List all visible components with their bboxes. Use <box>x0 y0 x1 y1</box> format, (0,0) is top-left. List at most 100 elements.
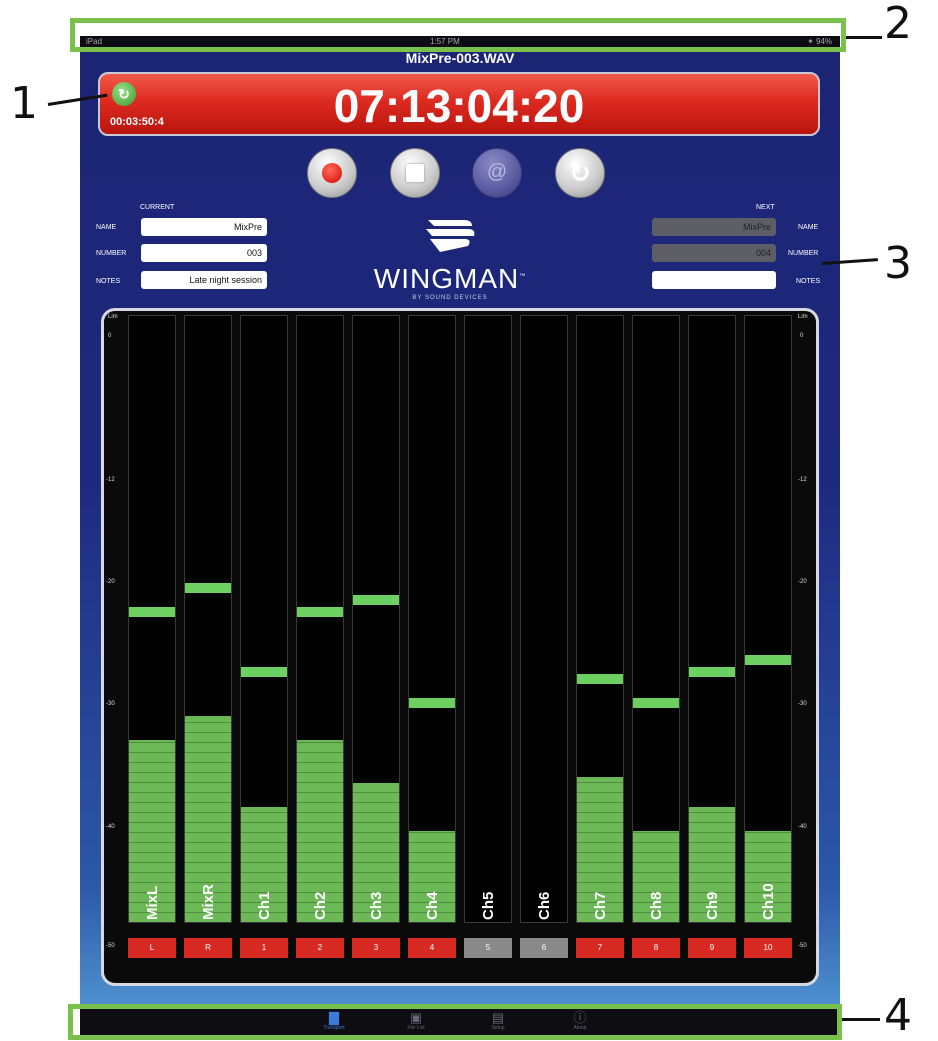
meter-bar: Ch5 <box>464 315 512 923</box>
next-heading: NEXT <box>756 204 775 211</box>
meter-bar: Ch6 <box>520 315 568 923</box>
callout-1: 1 <box>10 78 38 129</box>
meter-channel-name: MixL <box>144 885 161 920</box>
scale-label: -12 <box>106 477 115 483</box>
meter-channel-tag[interactable]: 5 <box>464 938 512 958</box>
reset-button[interactable]: ↻ <box>555 148 605 198</box>
meter-peak-hold <box>745 655 791 665</box>
meter-channel-tag[interactable]: 2 <box>296 938 344 958</box>
meter-channel-name: MixR <box>200 884 217 920</box>
scale-label: -20 <box>798 579 807 585</box>
scale-label: -30 <box>106 701 115 707</box>
callout-4: 4 <box>884 990 912 1041</box>
at-button[interactable]: @ <box>472 148 522 198</box>
meter-channel-tag[interactable]: R <box>184 938 232 958</box>
callout-box-2 <box>70 18 846 52</box>
stop-icon <box>406 164 424 182</box>
timecode-display: ↻ 00:03:50:4 07:13:04:20 <box>98 72 820 136</box>
record-icon <box>322 163 342 183</box>
meter-bar: MixR <box>184 315 232 923</box>
meter-channel-name: Ch7 <box>592 891 609 920</box>
at-icon: @ <box>486 161 508 183</box>
meter-channel: Ch10 10 <box>742 315 794 958</box>
meter-channel: MixR R <box>182 315 234 958</box>
meter-channel: Ch9 9 <box>686 315 738 958</box>
next-number-label: NUMBER <box>788 250 819 257</box>
meter-channel-name: Ch4 <box>424 891 441 920</box>
current-number-label: NUMBER <box>96 250 127 257</box>
scale-label: -30 <box>798 701 807 707</box>
scale-label: -50 <box>798 943 807 949</box>
scale-label: -50 <box>106 943 115 949</box>
current-name-field[interactable]: MixPre <box>141 218 267 236</box>
stop-button[interactable] <box>390 148 440 198</box>
meter-channel-tag[interactable]: 4 <box>408 938 456 958</box>
meter-channel-name: Ch10 <box>760 883 777 920</box>
meter-peak-hold <box>353 595 399 605</box>
meter-peak-hold <box>297 607 343 617</box>
scale-label: -20 <box>106 579 115 585</box>
meter-channel: Ch6 6 <box>518 315 570 958</box>
scale-label: 0 <box>800 333 804 339</box>
meter-channel: Ch1 1 <box>238 315 290 958</box>
scale-label: -40 <box>798 824 807 830</box>
meter-bar: Ch7 <box>576 315 624 923</box>
meter-channel-tag[interactable]: 1 <box>240 938 288 958</box>
meter-peak-hold <box>185 583 231 593</box>
callout-2: 2 <box>884 0 912 49</box>
meter-peak-hold <box>633 698 679 708</box>
current-number-field[interactable]: 003 <box>141 244 267 262</box>
callout-2-leader <box>846 36 882 39</box>
callout-3: 3 <box>884 238 912 289</box>
meter-peak-hold <box>129 607 175 617</box>
meter-bar: Ch3 <box>352 315 400 923</box>
meter-channel-name: Ch3 <box>368 891 385 920</box>
meter-channel: Ch7 7 <box>574 315 626 958</box>
timecode-value: 07:13:04:20 <box>333 80 585 132</box>
wingman-logo: WINGMAN™ BY SOUND DEVICES <box>370 216 530 301</box>
next-name-field[interactable]: MixPre <box>652 218 776 236</box>
record-button[interactable] <box>307 148 357 198</box>
meter-channel-tag[interactable]: 10 <box>744 938 792 958</box>
level-meters: Lim 0 -12 -20 -30 -40 -50 Lim 0 -12 -20 … <box>101 308 819 986</box>
meter-channel-tag[interactable]: L <box>128 938 176 958</box>
meter-channel-name: Ch2 <box>312 891 329 920</box>
meter-channel-tag[interactable]: 6 <box>520 938 568 958</box>
current-notes-label: NOTES <box>96 278 121 285</box>
left-scale: Lim 0 -12 -20 -30 -40 -50 <box>104 311 126 983</box>
current-name-label: NAME <box>96 224 117 231</box>
logo-word: WINGMAN <box>373 263 520 294</box>
next-notes-field[interactable] <box>652 271 776 289</box>
callout-box-4 <box>68 1004 842 1040</box>
current-notes-field[interactable]: Late night session <box>141 271 267 289</box>
meter-peak-hold <box>577 674 623 684</box>
meter-bar: Ch2 <box>296 315 344 923</box>
scale-label: Lim <box>798 314 808 320</box>
logo-sub: BY SOUND DEVICES <box>412 295 488 301</box>
meter-channel: Ch4 4 <box>406 315 458 958</box>
meter-channel-name: Ch8 <box>648 891 665 920</box>
next-number-field[interactable]: 004 <box>652 244 776 262</box>
meter-bar: Ch10 <box>744 315 792 923</box>
meter-channel: Ch5 5 <box>462 315 514 958</box>
meter-peak-hold <box>409 698 455 708</box>
wingman-app-screen: iPad 1:57 PM ✶ 94% MixPre-003.WAV ↻ 00:0… <box>80 36 840 1036</box>
meter-channel: Ch8 8 <box>630 315 682 958</box>
meter-bar: Ch4 <box>408 315 456 923</box>
meter-channel: MixL L <box>126 315 178 958</box>
meter-channel-tag[interactable]: 3 <box>352 938 400 958</box>
meter-channel-name: Ch5 <box>480 891 497 920</box>
reset-icon: ↻ <box>569 158 591 188</box>
meter-peak-hold <box>689 667 735 677</box>
meter-bar: Ch1 <box>240 315 288 923</box>
current-heading: CURRENT <box>140 204 175 211</box>
logo-tm: ™ <box>519 273 527 280</box>
meter-channel-tag[interactable]: 7 <box>576 938 624 958</box>
right-scale: Lim 0 -12 -20 -30 -40 -50 <box>794 311 816 983</box>
meter-channel: Ch3 3 <box>350 315 402 958</box>
callout-4-leader <box>842 1018 880 1021</box>
meter-channel-tag[interactable]: 9 <box>688 938 736 958</box>
meter-channel-tag[interactable]: 8 <box>632 938 680 958</box>
meter-channel-name: Ch6 <box>536 891 553 920</box>
scale-label: -12 <box>798 477 807 483</box>
